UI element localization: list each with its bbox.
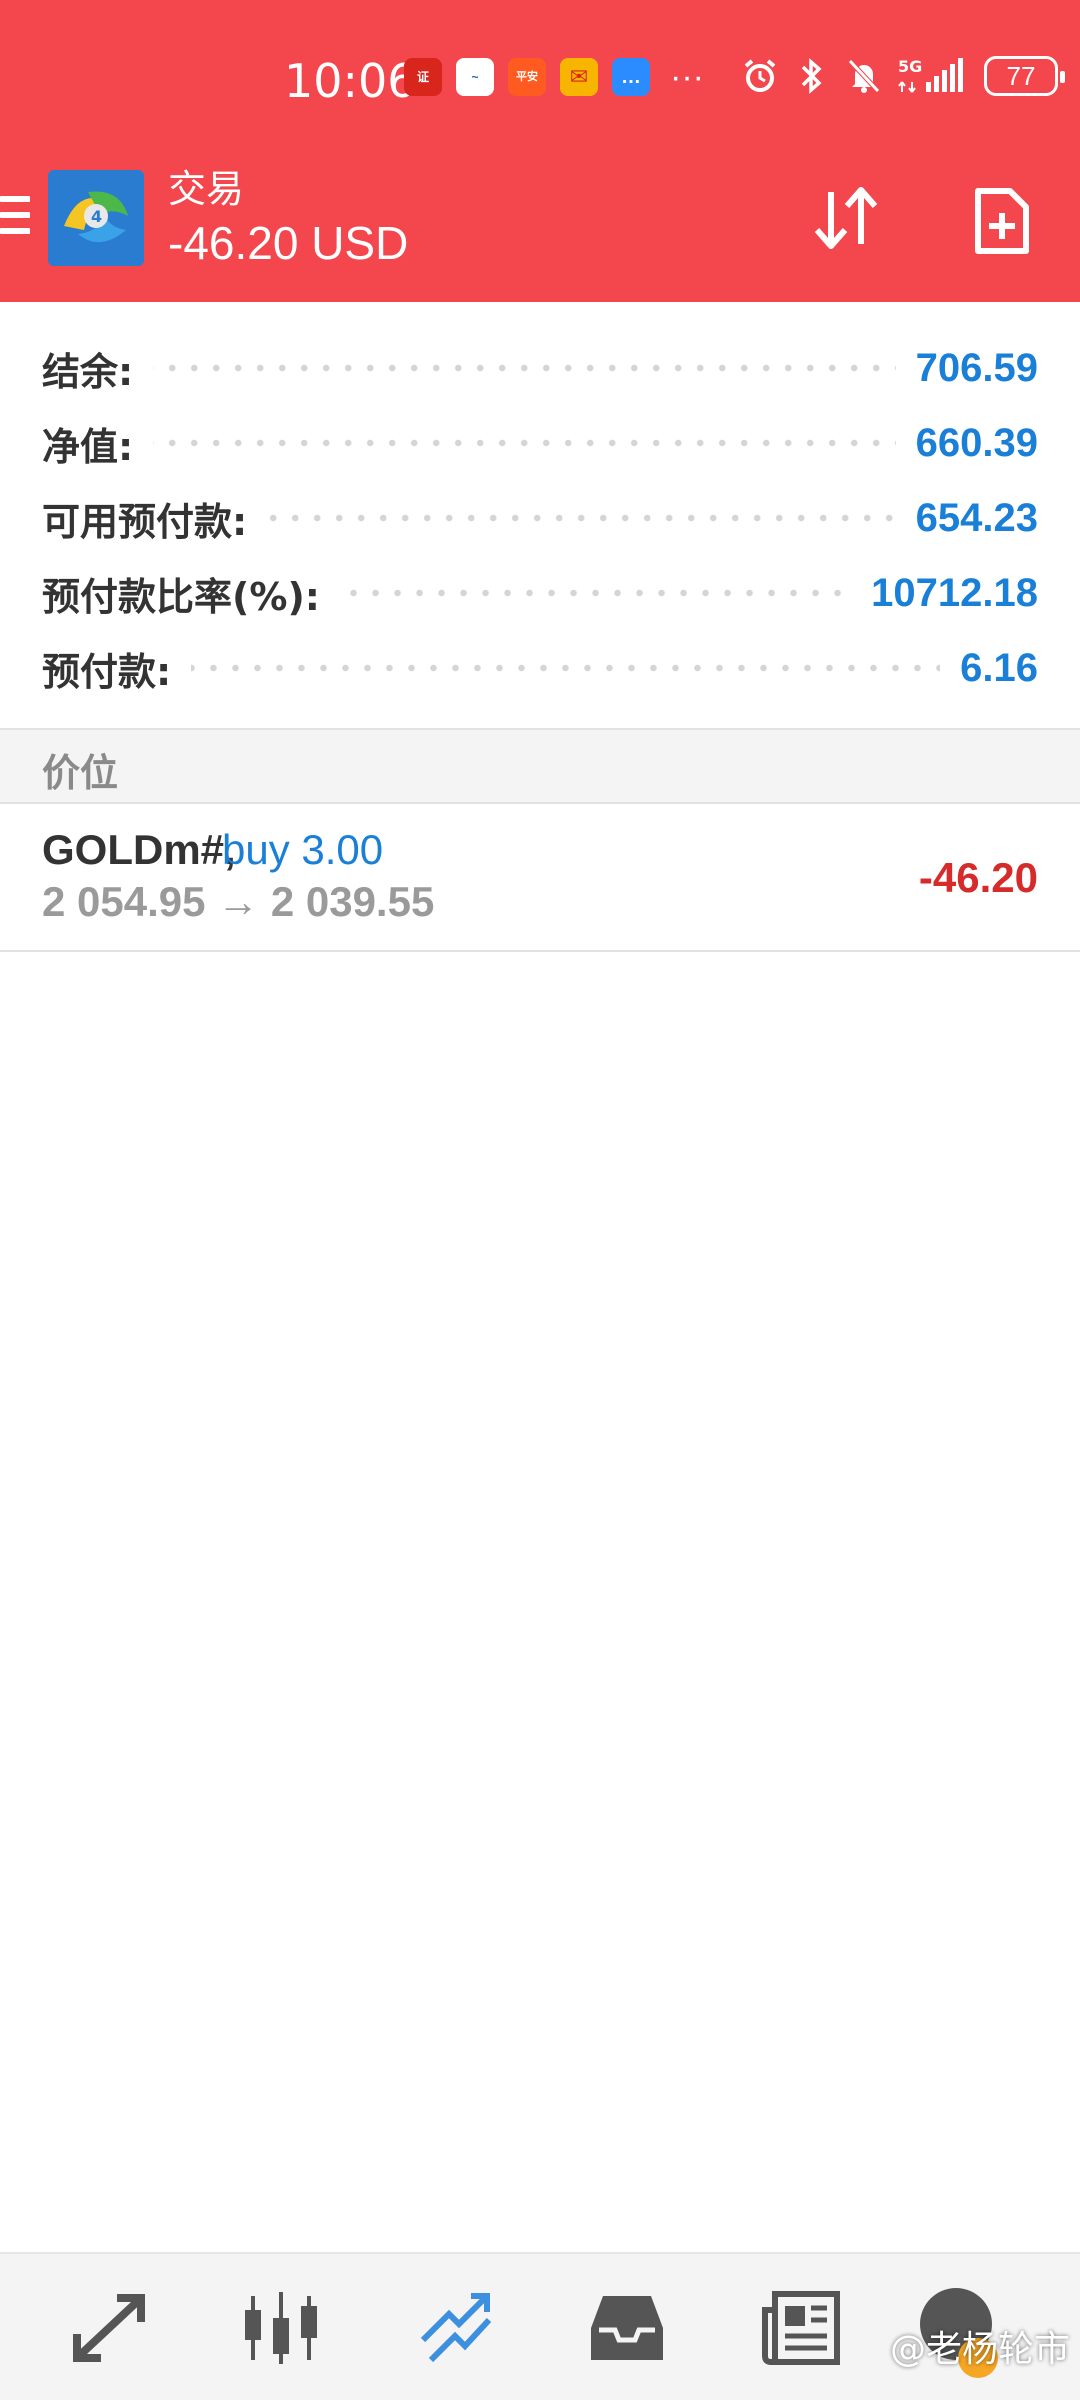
- nav-history[interactable]: [582, 2288, 672, 2368]
- metatrader-logo: 4: [48, 170, 144, 266]
- nav-quotes[interactable]: [64, 2288, 154, 2368]
- chart-app-icon: ~: [456, 58, 494, 96]
- margin-level-value: 10712.18: [871, 570, 1038, 615]
- floating-profit: -46.20 USD: [168, 217, 409, 269]
- menu-icon[interactable]: [0, 196, 30, 242]
- balance-label: 结余:: [42, 349, 134, 394]
- account-summary: 结余: 706.59 净值: 660.39 可用预付款: 654.23 预付款比…: [0, 302, 1080, 730]
- new-order-button[interactable]: [968, 184, 1034, 258]
- trade-icon: [420, 2293, 492, 2363]
- section-title: 价位: [42, 751, 119, 795]
- summary-row-balance: 结余: 706.59: [42, 336, 1038, 400]
- nav-chart[interactable]: [236, 2288, 326, 2368]
- system-icons: 5G 77: [742, 56, 1065, 96]
- svg-text:4: 4: [91, 207, 102, 226]
- position-prices: 2 054.95 → 2 039.55: [42, 878, 435, 925]
- more-notifications-icon: ···: [670, 58, 704, 96]
- trade-screen: 10:06 证 ~ 平安 ✉ … ··· 5G 77 4 交易 -46.20 U…: [0, 0, 1080, 2400]
- positions-section-header: 价位: [0, 730, 1080, 804]
- summary-row-free-margin: 可用预付款: 654.23: [42, 486, 1038, 550]
- news-icon: [762, 2291, 840, 2365]
- alarm-icon: [742, 56, 778, 96]
- bottom-nav: @老杨轮市: [0, 2252, 1080, 2400]
- summary-row-equity: 净值: 660.39: [42, 411, 1038, 475]
- position-profit: -46.20: [918, 854, 1038, 901]
- dot-leader: [267, 514, 896, 522]
- nav-trade[interactable]: [410, 2288, 500, 2368]
- equity-label: 净值:: [42, 424, 134, 469]
- sort-arrows-icon: [814, 187, 878, 249]
- nav-news[interactable]: [756, 2288, 846, 2368]
- svg-text:5G: 5G: [898, 57, 922, 76]
- history-icon: [591, 2296, 663, 2360]
- new-document-icon: [975, 188, 1029, 254]
- battery-indicator: 77: [984, 56, 1065, 96]
- equity-value: 660.39: [915, 420, 1038, 465]
- securities-app-icon: 证: [404, 58, 442, 96]
- dot-leader: [340, 589, 852, 597]
- free-margin-label: 可用预付款:: [42, 499, 248, 544]
- header: 10:06 证 ~ 平安 ✉ … ··· 5G 77 4 交易 -46.20 U…: [0, 0, 1080, 302]
- pingan-bank-icon: 平安: [508, 58, 546, 96]
- summary-row-margin: 预付款: 6.16: [42, 636, 1038, 700]
- notification-icons: 证 ~ 平安 ✉ … ···: [404, 58, 704, 96]
- position-symbol: GOLDm#,: [42, 826, 236, 873]
- watermark-text: @老杨轮市: [889, 2329, 1070, 2370]
- position-side-volume: buy 3.00: [222, 826, 384, 873]
- status-time: 10:06: [284, 54, 417, 108]
- messages-icon: …: [612, 58, 650, 96]
- chart-icon: [245, 2292, 317, 2364]
- dot-leader: [153, 439, 896, 447]
- margin-level-label: 预付款比率(%):: [42, 574, 321, 619]
- balance-value: 706.59: [915, 345, 1038, 390]
- position-row[interactable]: GOLDm#, buy 3.00 2 054.95 → 2 039.55 -46…: [0, 806, 1080, 952]
- margin-value: 6.16: [960, 645, 1038, 690]
- dot-leader: [153, 364, 896, 372]
- bluetooth-icon: [794, 56, 830, 96]
- sort-button[interactable]: [808, 180, 884, 256]
- signal-icon: 5G: [898, 56, 968, 96]
- status-bar: 10:06 证 ~ 平安 ✉ … ··· 5G 77: [0, 40, 1080, 120]
- free-margin-value: 654.23: [915, 495, 1038, 540]
- app-bar: 4 交易 -46.20 USD: [0, 150, 1080, 300]
- margin-label: 预付款:: [42, 649, 172, 694]
- quotes-icon: [73, 2294, 145, 2362]
- dot-leader: [191, 664, 941, 672]
- mute-bell-icon: [846, 56, 882, 96]
- screen-title: 交易: [168, 169, 245, 211]
- summary-row-margin-level: 预付款比率(%): 10712.18: [42, 561, 1038, 625]
- mail-icon: ✉: [560, 58, 598, 96]
